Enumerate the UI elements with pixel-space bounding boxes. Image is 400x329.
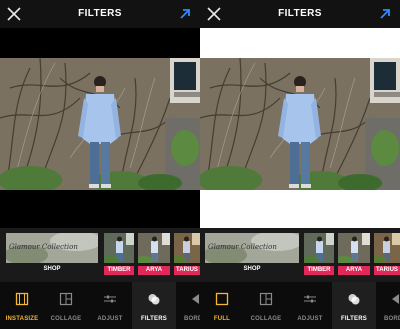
- adjust-sliders-icon: [104, 295, 116, 303]
- tool-label-border: BORD: [184, 316, 200, 322]
- tool-adjust[interactable]: ADJUST: [288, 282, 332, 329]
- bottom-toolbar: FULL COLLAGE ADJUST FILTERS BOR: [200, 282, 400, 329]
- filter-label-arya: ARYA: [138, 266, 170, 275]
- tool-label-full: FULL: [213, 316, 231, 322]
- filter-label-tarius: TARIUS: [174, 266, 200, 275]
- collage-icon: [259, 292, 273, 306]
- filter-thumbnail-timber[interactable]: [104, 233, 134, 263]
- export-arrow-icon[interactable]: [378, 7, 392, 21]
- filters-circles-icon: [148, 294, 160, 305]
- filter-thumbnail-tarius[interactable]: [174, 233, 200, 263]
- collage-icon: [59, 292, 73, 306]
- photo-canvas[interactable]: [200, 28, 400, 228]
- filter-thumbnail-arya[interactable]: [138, 233, 170, 263]
- filter-label-timber: TIMBER: [104, 266, 134, 275]
- shop-thumbnail[interactable]: Glamour Collection: [6, 233, 98, 263]
- shop-label: SHOP: [43, 266, 61, 272]
- filter-thumbnail-timber[interactable]: [304, 233, 334, 263]
- adjust-sliders-icon: [304, 295, 316, 303]
- filters-circles-icon: [348, 294, 360, 305]
- right-screen: FILTERS Glamour Collection SHOP TIMBER A…: [200, 0, 400, 329]
- border-icon: [392, 294, 399, 304]
- filter-thumbnail-arya[interactable]: [338, 233, 370, 263]
- tool-adjust[interactable]: ADJUST: [88, 282, 132, 329]
- shop-thumbnail-text: Glamour Collection: [9, 243, 78, 251]
- shop-thumbnail[interactable]: Glamour Collection: [205, 233, 299, 263]
- tool-label-adjust: ADJUST: [297, 316, 323, 322]
- photo: [0, 58, 200, 190]
- tool-instasize[interactable]: INSTASIZE: [0, 282, 44, 329]
- photo: [200, 58, 400, 190]
- photo-canvas[interactable]: [0, 28, 200, 228]
- tool-collage[interactable]: COLLAGE: [44, 282, 88, 329]
- shop-label: SHOP: [243, 266, 261, 272]
- tool-collage[interactable]: COLLAGE: [244, 282, 288, 329]
- filter-label-tarius: TARIUS: [374, 266, 400, 275]
- filter-label-timber: TIMBER: [304, 266, 334, 275]
- tool-border[interactable]: BORD: [176, 282, 200, 329]
- top-bar: FILTERS: [200, 0, 400, 28]
- tool-label-filters: FILTERS: [141, 316, 167, 322]
- screen-title: FILTERS: [78, 8, 122, 19]
- tool-border[interactable]: BORD: [376, 282, 400, 329]
- tool-label-border: BORD: [384, 316, 400, 322]
- filter-strip: Glamour Collection SHOP TIMBER ARYA TARI…: [0, 228, 200, 282]
- tool-label-collage: COLLAGE: [250, 316, 282, 322]
- left-screen: FILTERS Glamour Collection SHOP TIMBER A…: [0, 0, 200, 329]
- filter-label-arya: ARYA: [338, 266, 370, 275]
- tool-filters[interactable]: FILTERS: [132, 282, 176, 329]
- tool-label-adjust: ADJUST: [97, 316, 123, 322]
- tool-label-collage: COLLAGE: [50, 316, 82, 322]
- filter-thumbnail-tarius[interactable]: [374, 233, 400, 263]
- filter-strip: Glamour Collection SHOP TIMBER ARYA TARI…: [200, 228, 400, 282]
- tool-label-instasize: INSTASIZE: [5, 316, 39, 322]
- screen-title: FILTERS: [278, 8, 322, 19]
- shop-thumbnail-text: Glamour Collection: [208, 243, 277, 251]
- tool-full[interactable]: FULL: [200, 282, 244, 329]
- export-arrow-icon[interactable]: [178, 7, 192, 21]
- border-icon: [192, 294, 199, 304]
- crop-frame-icon: [215, 292, 229, 306]
- tool-label-filters: FILTERS: [341, 316, 367, 322]
- crop-frame-icon: [15, 292, 29, 306]
- bottom-toolbar: INSTASIZE COLLAGE ADJUST FILTERS BOR: [0, 282, 200, 329]
- top-bar: FILTERS: [0, 0, 200, 28]
- tool-filters[interactable]: FILTERS: [332, 282, 376, 329]
